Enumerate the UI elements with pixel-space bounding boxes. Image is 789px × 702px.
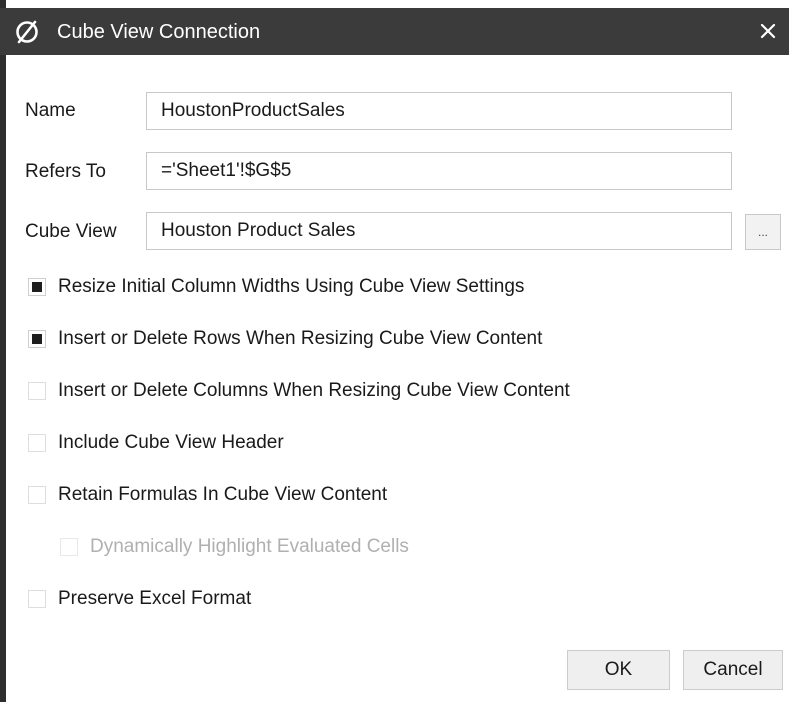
option-resize-column-widths[interactable]: Resize Initial Column Widths Using Cube … <box>28 273 524 301</box>
cube-view-connection-dialog: Cube View Connection Name Refers To Cube… <box>0 0 789 702</box>
checkbox-retain-formulas[interactable] <box>28 486 46 504</box>
option-label: Preserve Excel Format <box>58 588 252 609</box>
option-insert-delete-columns[interactable]: Insert or Delete Columns When Resizing C… <box>28 377 570 405</box>
ok-button[interactable]: OK <box>567 650 670 690</box>
name-label: Name <box>25 100 76 121</box>
browse-cube-view-button[interactable]: ... <box>745 214 781 250</box>
title-bar: Cube View Connection <box>0 8 789 55</box>
checkbox-resize-column-widths[interactable] <box>28 278 46 296</box>
cube-view-field[interactable] <box>146 212 732 250</box>
slashed-circle-logo-icon <box>14 19 40 45</box>
option-insert-delete-rows[interactable]: Insert or Delete Rows When Resizing Cube… <box>28 325 542 353</box>
name-field[interactable] <box>146 92 732 130</box>
option-label: Insert or Delete Columns When Resizing C… <box>58 380 570 401</box>
option-label: Include Cube View Header <box>58 432 284 453</box>
option-preserve-excel-format[interactable]: Preserve Excel Format <box>28 585 251 613</box>
option-label: Dynamically Highlight Evaluated Cells <box>90 536 409 557</box>
window-left-edge <box>0 0 6 702</box>
checkbox-include-header[interactable] <box>28 434 46 452</box>
checkbox-highlight-evaluated-cells <box>60 538 78 556</box>
option-label: Resize Initial Column Widths Using Cube … <box>58 276 525 297</box>
checkbox-insert-delete-columns[interactable] <box>28 382 46 400</box>
cancel-button[interactable]: Cancel <box>683 650 783 690</box>
cube-view-label: Cube View <box>25 221 117 242</box>
option-retain-formulas[interactable]: Retain Formulas In Cube View Content <box>28 481 387 509</box>
dialog-title: Cube View Connection <box>57 21 261 43</box>
option-highlight-evaluated-cells: Dynamically Highlight Evaluated Cells <box>60 533 409 561</box>
option-label: Insert or Delete Rows When Resizing Cube… <box>58 328 543 349</box>
option-include-header[interactable]: Include Cube View Header <box>28 429 284 457</box>
refers-to-field[interactable] <box>146 152 732 190</box>
refers-to-label: Refers To <box>25 161 106 182</box>
close-icon[interactable] <box>753 16 783 46</box>
checkbox-preserve-excel-format[interactable] <box>28 590 46 608</box>
checkbox-insert-delete-rows[interactable] <box>28 330 46 348</box>
option-label: Retain Formulas In Cube View Content <box>58 484 388 505</box>
